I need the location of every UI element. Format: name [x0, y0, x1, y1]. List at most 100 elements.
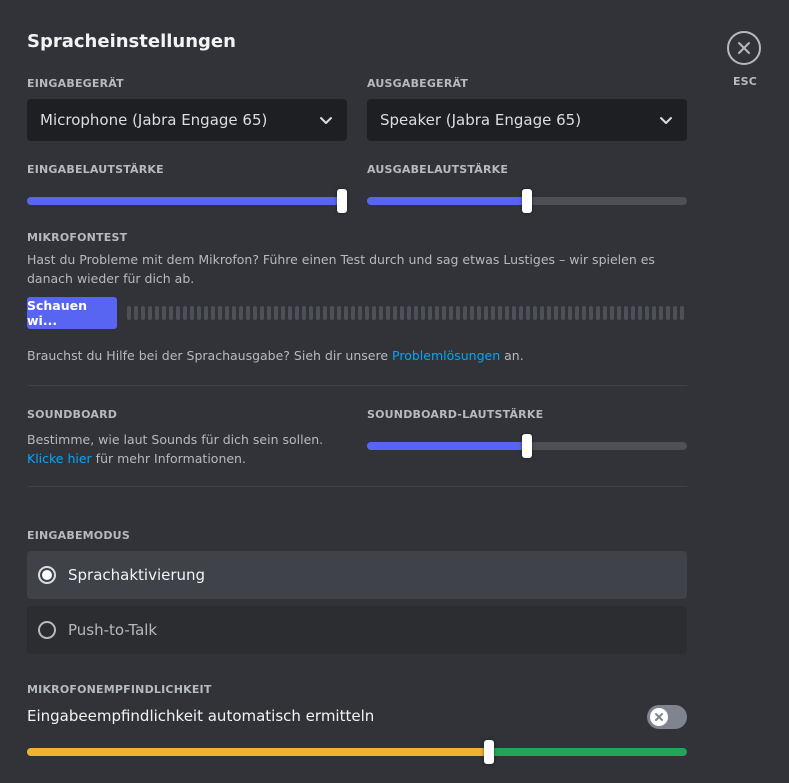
meter-bar [491, 306, 495, 320]
meter-bar [302, 306, 306, 320]
meter-bar [267, 306, 271, 320]
meter-bar [442, 306, 446, 320]
mic-help-prefix: Brauchst du Hilfe bei der Sprachausgabe?… [27, 348, 393, 363]
meter-bar [554, 306, 558, 320]
radio-push-to-talk[interactable]: Push-to-Talk [27, 606, 687, 654]
input-volume-handle[interactable] [337, 189, 347, 213]
troubleshooting-link[interactable]: Problemlösungen [392, 348, 500, 363]
meter-bar [435, 306, 439, 320]
meter-bar [330, 306, 334, 320]
auto-sensitivity-toggle[interactable] [647, 705, 687, 729]
input-mode-label: EINGABEMODUS [27, 529, 130, 542]
meter-bar [197, 306, 201, 320]
output-volume-handle[interactable] [522, 189, 532, 213]
radio-push-to-talk-label: Push-to-Talk [68, 621, 158, 639]
meter-bar [246, 306, 250, 320]
meter-bar [386, 306, 390, 320]
soundboard-info-link[interactable]: Klicke hier [27, 451, 92, 466]
meter-bar [582, 306, 586, 320]
meter-bar [176, 306, 180, 320]
page-title: Spracheinstellungen [27, 31, 236, 52]
meter-bar [617, 306, 621, 320]
meter-bar [162, 306, 166, 320]
meter-bar [526, 306, 530, 320]
meter-bar [253, 306, 257, 320]
meter-bar [533, 306, 537, 320]
meter-bar [155, 306, 159, 320]
soundboard-volume-fill [367, 442, 527, 450]
meter-bar [148, 306, 152, 320]
meter-bar [344, 306, 348, 320]
meter-bar [659, 306, 663, 320]
sensitivity-slider[interactable] [27, 740, 687, 764]
chevron-down-icon [660, 117, 672, 124]
x-icon [650, 708, 668, 726]
meter-bar [414, 306, 418, 320]
output-volume-label: AUSGABELAUTSTÄRKE [367, 163, 509, 176]
output-volume-slider[interactable] [367, 189, 687, 213]
meter-bar [470, 306, 474, 320]
meter-bar [169, 306, 173, 320]
close-button[interactable] [727, 31, 761, 65]
meter-bar [309, 306, 313, 320]
meter-bar [519, 306, 523, 320]
meter-bar [204, 306, 208, 320]
close-icon[interactable] [727, 31, 761, 65]
meter-bar [239, 306, 243, 320]
meter-bar [379, 306, 383, 320]
meter-bar [274, 306, 278, 320]
meter-bar [211, 306, 215, 320]
meter-bar [183, 306, 187, 320]
meter-bar [463, 306, 467, 320]
meter-bar [547, 306, 551, 320]
meter-bar [421, 306, 425, 320]
meter-bar [260, 306, 264, 320]
meter-bar [575, 306, 579, 320]
input-device-select[interactable]: Microphone (Jabra Engage 65) [27, 99, 347, 141]
soundboard-desc-prefix: Bestimme, wie laut Sounds für dich sein … [27, 432, 324, 447]
mic-help-text: Brauchst du Hilfe bei der Sprachausgabe?… [27, 346, 687, 365]
output-device-label: AUSGABEGERÄT [367, 77, 469, 90]
mic-test-button[interactable]: Schauen wi... [27, 297, 117, 329]
meter-bar [589, 306, 593, 320]
meter-bar [393, 306, 397, 320]
radio-voice-activity[interactable]: Sprachaktivierung [27, 551, 687, 599]
meter-bar [498, 306, 502, 320]
radio-selected-icon [38, 566, 56, 584]
meter-bar [624, 306, 628, 320]
meter-bar [645, 306, 649, 320]
meter-bar [351, 306, 355, 320]
soundboard-volume-handle[interactable] [522, 434, 532, 458]
meter-bar [449, 306, 453, 320]
meter-bar [666, 306, 670, 320]
meter-bar [428, 306, 432, 320]
meter-bar [225, 306, 229, 320]
sensitivity-handle[interactable] [484, 740, 494, 764]
divider [27, 486, 687, 487]
soundboard-volume-slider[interactable] [367, 434, 687, 458]
meter-bar [323, 306, 327, 320]
esc-label: ESC [732, 75, 758, 88]
meter-bar [456, 306, 460, 320]
meter-bar [400, 306, 404, 320]
meter-bar [358, 306, 362, 320]
meter-bar [673, 306, 677, 320]
input-device-label: EINGABEGERÄT [27, 77, 124, 90]
soundboard-label: SOUNDBOARD [27, 408, 118, 421]
meter-bar [540, 306, 544, 320]
meter-bar [372, 306, 376, 320]
meter-bar [484, 306, 488, 320]
meter-bar [505, 306, 509, 320]
input-volume-slider[interactable] [27, 189, 347, 213]
meter-bar [288, 306, 292, 320]
mic-help-suffix: an. [500, 348, 524, 363]
meter-bar [218, 306, 222, 320]
meter-bar [603, 306, 607, 320]
chevron-down-icon [320, 117, 332, 124]
meter-bar [281, 306, 285, 320]
soundboard-desc-suffix: für mehr Informationen. [91, 451, 246, 466]
meter-bar [127, 306, 131, 320]
output-device-select[interactable]: Speaker (Jabra Engage 65) [367, 99, 687, 141]
output-device-value: Speaker (Jabra Engage 65) [380, 111, 582, 129]
meter-bar [477, 306, 481, 320]
